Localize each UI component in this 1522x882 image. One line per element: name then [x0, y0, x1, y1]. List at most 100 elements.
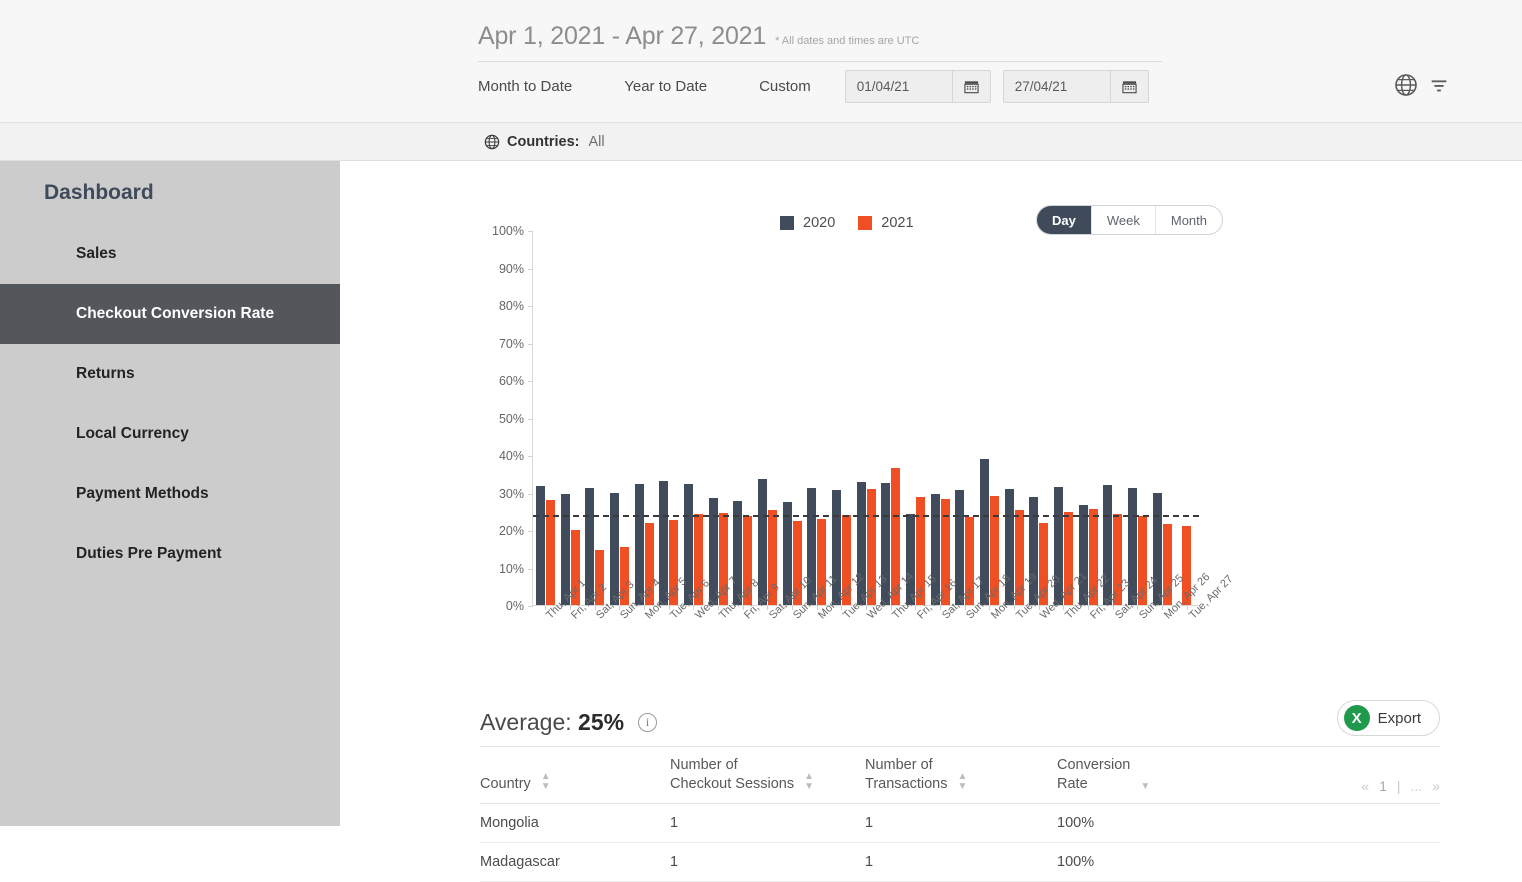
- x-axis-label: Mon, Apr 5: [631, 575, 689, 689]
- table-column-checkout-sessions[interactable]: Number of Checkout Sessions ▲ ▼: [670, 756, 865, 795]
- sidebar-item-local-currency[interactable]: Local Currency: [0, 404, 340, 464]
- countries-filter-value[interactable]: All: [589, 134, 605, 150]
- filter-icon[interactable]: [1428, 74, 1450, 96]
- pagination-ellipsis[interactable]: ...: [1411, 778, 1423, 794]
- globe-icon[interactable]: [1394, 73, 1418, 97]
- table-row[interactable]: Mongolia 1 1 100%: [480, 804, 1440, 843]
- chart-average-line: [533, 514, 1199, 517]
- legend-swatch-2020: [780, 216, 794, 230]
- table-cell-rate: 100%: [1057, 815, 1095, 831]
- x-axis-label: Fri, Apr 2: [557, 581, 609, 689]
- x-axis-label: Fri, Apr 23: [1075, 577, 1132, 689]
- chart-bar-group: [656, 231, 681, 610]
- y-axis-tick-mark: [528, 531, 533, 532]
- y-axis-tick-mark: [528, 343, 533, 345]
- transactions-line1: Number of: [865, 756, 933, 773]
- x-axis-label: Sun, Apr 25: [1125, 572, 1186, 689]
- chart-bar-group: [1076, 231, 1101, 610]
- y-axis-tick-mark: [528, 306, 533, 307]
- average-label: Average: 25%: [480, 709, 624, 736]
- x-axis-label: Sat, Apr 3: [581, 579, 637, 689]
- chart-bar-groups: [533, 231, 1199, 610]
- chart-bar-group: [1002, 231, 1027, 610]
- sessions-line2: Checkout Sessions: [670, 776, 795, 793]
- table-column-transactions[interactable]: Number of Transactions ▲ ▼: [865, 756, 1057, 795]
- pagination-first[interactable]: «: [1361, 778, 1369, 794]
- x-axis-label: Thu, Apr 8: [705, 577, 761, 689]
- chart-bar-group: [632, 231, 657, 610]
- date-range-title: Apr 1, 2021 - Apr 27, 2021: [478, 22, 767, 50]
- range-tab-year-to-date[interactable]: Year to Date: [624, 72, 707, 101]
- chart-bar-group: [952, 231, 977, 610]
- table-column-conversion-rate[interactable]: Conversion Rate ▼: [1057, 756, 1247, 795]
- chart-bar-group: [558, 231, 583, 610]
- sidebar-item-returns[interactable]: Returns: [0, 344, 340, 404]
- date-to-calendar-button[interactable]: [1109, 71, 1148, 102]
- range-tab-month-to-date[interactable]: Month to Date: [478, 72, 572, 101]
- pagination-current-page[interactable]: 1: [1379, 778, 1387, 794]
- table-cell-rate: 100%: [1057, 854, 1095, 870]
- granularity-day[interactable]: Day: [1037, 206, 1092, 234]
- legend-label-2020[interactable]: 2020: [803, 215, 835, 231]
- transactions-line2: Transactions: [865, 776, 948, 793]
- pagination-last[interactable]: »: [1432, 778, 1440, 794]
- range-tab-custom[interactable]: Custom: [759, 72, 811, 101]
- x-axis-label: Sun, Apr 4: [606, 577, 663, 689]
- top-header-bar: Apr 1, 2021 - Apr 27, 2021 * All dates a…: [0, 0, 1522, 123]
- info-icon[interactable]: i: [638, 712, 658, 732]
- globe-icon: [484, 134, 500, 149]
- excel-icon: X: [1343, 705, 1370, 731]
- countries-filter-label: Countries:: [507, 133, 580, 150]
- main-content: 2020 2021 Day Week Month 100% 90% 80% 70% 60…: [340, 161, 1522, 882]
- chart-bar-group: [829, 231, 854, 610]
- y-axis-tick: 50%: [498, 411, 524, 426]
- table-cell-spacer: [1247, 862, 1440, 863]
- x-axis-label: Tue, Apr 27: [1174, 573, 1235, 689]
- chart-bar-group: [607, 231, 632, 610]
- table-header-row: Country ▲ ▼ Number of Checkout Sessions ▲…: [480, 746, 1440, 804]
- sort-icon[interactable]: ▲ ▼: [957, 772, 967, 795]
- chart-bar-group: [928, 231, 953, 610]
- granularity-month[interactable]: Month: [1156, 206, 1222, 234]
- table-cell-country: Madagascar: [480, 854, 560, 870]
- date-to-value[interactable]: 27/04/21: [1004, 71, 1110, 102]
- legend-label-2021[interactable]: 2021: [881, 215, 913, 231]
- date-from-field[interactable]: 01/04/21: [844, 70, 991, 103]
- table-row[interactable]: Madagascar 1 1 100%: [480, 843, 1440, 882]
- table-body: Mongolia 1 1 100% Madagascar 1 1 100%: [480, 804, 1440, 882]
- x-axis-label: Sat, Apr 10: [754, 575, 814, 689]
- chart-bar-group: [878, 231, 903, 610]
- sidebar-item-checkout-conversion-rate[interactable]: Checkout Conversion Rate: [0, 284, 340, 344]
- chart-bar-group: [582, 231, 607, 610]
- sidebar-item-sales[interactable]: Sales: [0, 224, 340, 284]
- sort-descending-icon[interactable]: ▼: [1140, 782, 1150, 795]
- sort-icon[interactable]: ▲ ▼: [804, 772, 814, 795]
- granularity-week[interactable]: Week: [1092, 206, 1156, 234]
- date-to-field[interactable]: 27/04/21: [1002, 70, 1149, 103]
- utc-note: * All dates and times are UTC: [775, 35, 920, 47]
- x-axis-label: Thu, Apr 22: [1051, 573, 1112, 689]
- export-button[interactable]: X Export: [1336, 700, 1440, 736]
- sort-icon[interactable]: ▲ ▼: [541, 772, 551, 795]
- date-from-value[interactable]: 01/04/21: [846, 71, 952, 102]
- rate-line1: Conversion: [1057, 756, 1131, 773]
- sidebar-item-payment-methods[interactable]: Payment Methods: [0, 464, 340, 524]
- y-axis-tick-mark: [528, 456, 533, 457]
- chart-bar-2020[interactable]: [535, 485, 545, 605]
- date-from-calendar-button[interactable]: [951, 71, 990, 102]
- sessions-line1: Number of: [670, 756, 738, 773]
- x-axis-label: Fri, Apr 16: [903, 577, 959, 689]
- table-cell-transactions: 1: [865, 854, 874, 870]
- chart-bar-group: [903, 231, 928, 610]
- chart-bar-group: [804, 231, 829, 610]
- date-range-header: Apr 1, 2021 - Apr 27, 2021 * All dates a…: [478, 22, 1162, 62]
- table-column-country[interactable]: Country ▲ ▼: [480, 772, 670, 795]
- countries-filter[interactable]: Countries: All: [484, 134, 605, 150]
- x-axis-label: Wed, Apr 14: [853, 570, 916, 689]
- y-axis-tick-mark: [528, 418, 533, 420]
- sidebar-title: Dashboard: [44, 181, 154, 204]
- sidebar-item-duties-pre-payment[interactable]: Duties Pre Payment: [0, 524, 340, 584]
- x-axis-label: Mon, Apr 19: [977, 571, 1039, 689]
- y-axis-tick-mark: [528, 493, 533, 495]
- average-prefix: Average:: [480, 708, 572, 735]
